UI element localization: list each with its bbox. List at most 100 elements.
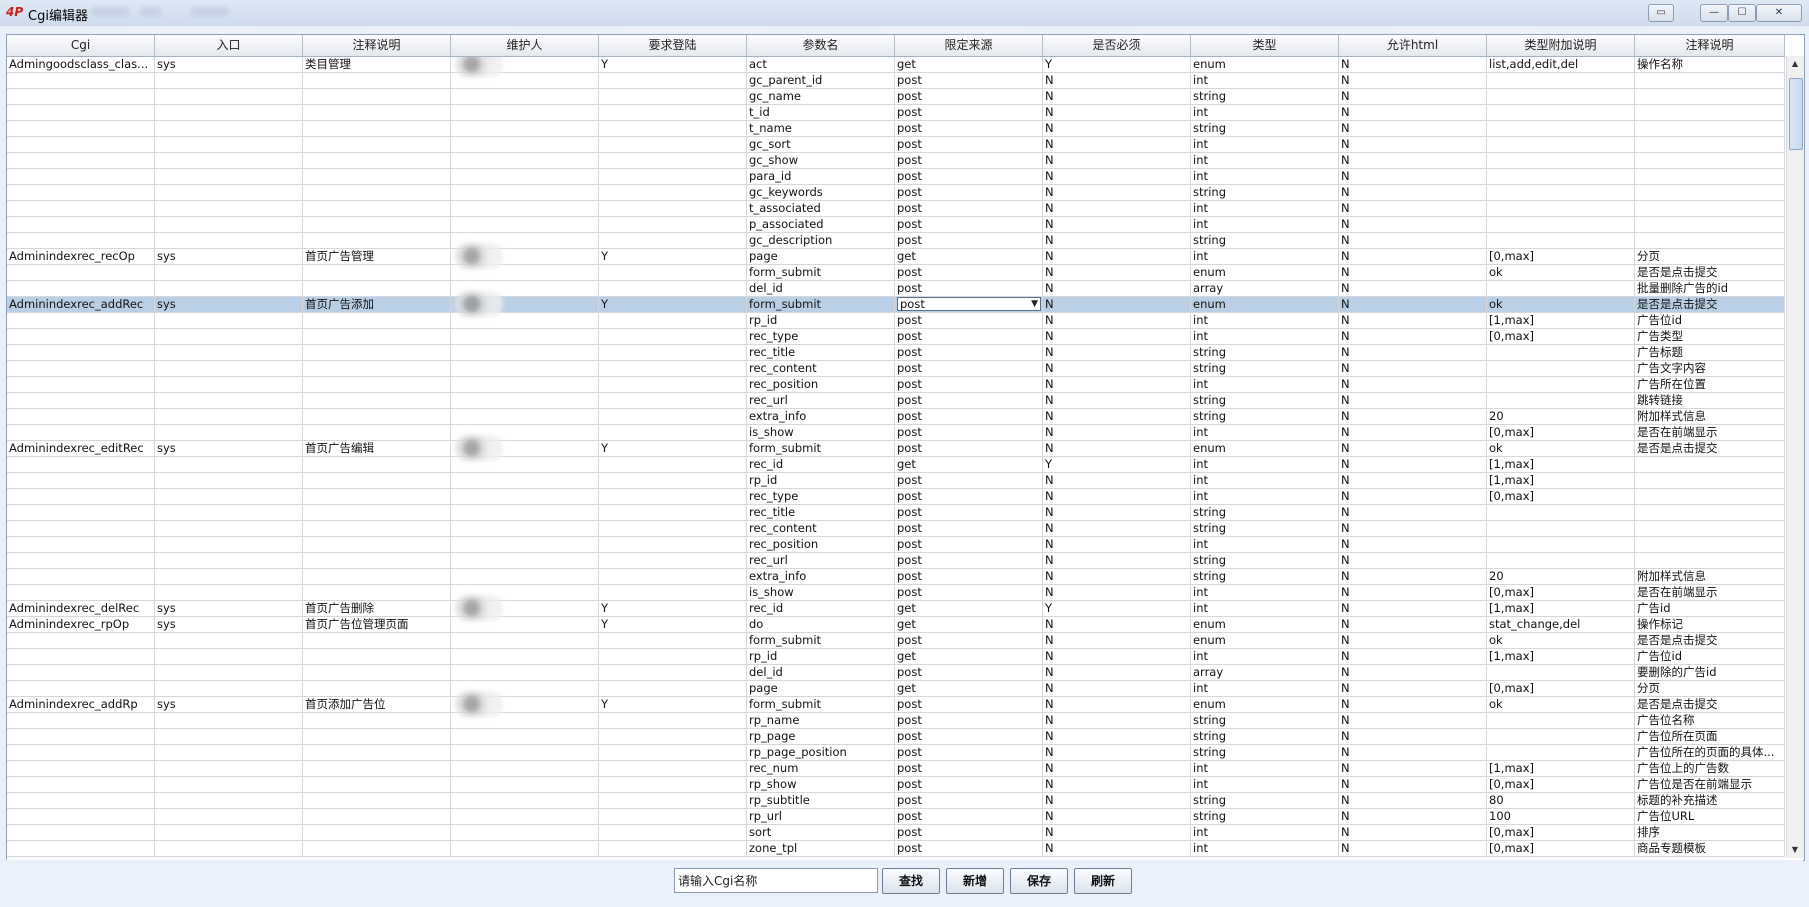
column-header-source[interactable]: 限定来源: [895, 35, 1043, 56]
cell-entry[interactable]: [155, 137, 303, 152]
cell-cgi[interactable]: Adminindexrec_delRec: [7, 601, 155, 616]
cell-login-required[interactable]: [599, 537, 747, 552]
cell-allow-html[interactable]: N: [1339, 313, 1487, 328]
cell-type-extra[interactable]: ok: [1487, 297, 1635, 312]
cell-login-required[interactable]: [599, 473, 747, 488]
cell-login-required[interactable]: [599, 505, 747, 520]
cell-source[interactable]: post: [895, 169, 1043, 184]
cell-comment[interactable]: [303, 825, 451, 840]
cell-maintainer[interactable]: [451, 137, 599, 152]
cell-cgi[interactable]: Adminindexrec_recOp: [7, 249, 155, 264]
cell-comment[interactable]: [303, 793, 451, 808]
cell-comment[interactable]: [303, 265, 451, 280]
cell-required[interactable]: N: [1043, 425, 1191, 440]
cell-login-required[interactable]: [599, 489, 747, 504]
cell-cgi[interactable]: Admingoodsclass_clas...: [7, 57, 155, 72]
cell-source[interactable]: post: [895, 89, 1043, 104]
cell-maintainer[interactable]: [451, 649, 599, 664]
column-header-comment[interactable]: 注释说明: [303, 35, 451, 56]
cell-type[interactable]: enum: [1191, 57, 1339, 72]
cell-maintainer[interactable]: [451, 361, 599, 376]
close-button[interactable]: ✕: [1756, 4, 1802, 22]
cell-allow-html[interactable]: N: [1339, 361, 1487, 376]
cell-param-name[interactable]: rec_id: [747, 457, 895, 472]
cell-required[interactable]: N: [1043, 249, 1191, 264]
cell-source[interactable]: post: [895, 345, 1043, 360]
cell-source[interactable]: post: [895, 393, 1043, 408]
cell-entry[interactable]: [155, 105, 303, 120]
cell-type[interactable]: int: [1191, 329, 1339, 344]
cell-required[interactable]: N: [1043, 537, 1191, 552]
cell-allow-html[interactable]: N: [1339, 633, 1487, 648]
cell-param-name[interactable]: rec_url: [747, 553, 895, 568]
cell-maintainer[interactable]: [451, 505, 599, 520]
cell-comment[interactable]: [303, 457, 451, 472]
cell-param-comment[interactable]: [1635, 201, 1785, 216]
cell-login-required[interactable]: [599, 409, 747, 424]
cell-login-required[interactable]: [599, 745, 747, 760]
cell-cgi[interactable]: [7, 505, 155, 520]
table-row[interactable]: rp_url post Nstring N 100 广告位URL: [7, 809, 1785, 825]
cell-maintainer[interactable]: [451, 457, 599, 472]
cell-type[interactable]: int: [1191, 585, 1339, 600]
cell-source[interactable]: post: [895, 121, 1043, 136]
cell-source[interactable]: post: [895, 537, 1043, 552]
cell-allow-html[interactable]: N: [1339, 169, 1487, 184]
cell-comment[interactable]: [303, 137, 451, 152]
cell-type-extra[interactable]: [0,max]: [1487, 777, 1635, 792]
cell-allow-html[interactable]: N: [1339, 265, 1487, 280]
cell-type-extra[interactable]: ok: [1487, 265, 1635, 280]
cell-maintainer[interactable]: [451, 633, 599, 648]
cell-param-comment[interactable]: [1635, 89, 1785, 104]
cell-param-comment[interactable]: 批量删除广告的id: [1635, 281, 1785, 296]
cell-login-required[interactable]: [599, 217, 747, 232]
cell-source[interactable]: get: [895, 617, 1043, 632]
cell-param-comment[interactable]: 分页: [1635, 249, 1785, 264]
cell-param-name[interactable]: rp_url: [747, 809, 895, 824]
cell-param-name[interactable]: gc_show: [747, 153, 895, 168]
cell-type-extra[interactable]: [1487, 553, 1635, 568]
cell-param-name[interactable]: form_submit: [747, 265, 895, 280]
cell-required[interactable]: N: [1043, 553, 1191, 568]
cell-type-extra[interactable]: [1,max]: [1487, 313, 1635, 328]
table-row[interactable]: rp_subtitle post Nstring N 80 标题的补充描述: [7, 793, 1785, 809]
cell-type[interactable]: int: [1191, 825, 1339, 840]
cell-type-extra[interactable]: ok: [1487, 633, 1635, 648]
cell-param-name[interactable]: is_show: [747, 585, 895, 600]
cell-comment[interactable]: [303, 633, 451, 648]
cell-entry[interactable]: [155, 569, 303, 584]
table-row[interactable]: rp_page_position post Nstring N 广告位所在的页面的具体.…: [7, 745, 1785, 761]
cell-source[interactable]: post: [895, 153, 1043, 168]
cell-comment[interactable]: [303, 153, 451, 168]
cell-source[interactable]: get: [895, 249, 1043, 264]
cell-source[interactable]: post: [895, 489, 1043, 504]
cell-type-extra[interactable]: [1487, 361, 1635, 376]
cell-cgi[interactable]: Adminindexrec_addRec: [7, 297, 155, 312]
cell-allow-html[interactable]: N: [1339, 697, 1487, 712]
cell-login-required[interactable]: [599, 137, 747, 152]
cell-maintainer[interactable]: [451, 473, 599, 488]
cell-allow-html[interactable]: N: [1339, 73, 1487, 88]
cell-param-name[interactable]: do: [747, 617, 895, 632]
cell-required[interactable]: N: [1043, 665, 1191, 680]
cell-type[interactable]: string: [1191, 89, 1339, 104]
cell-param-comment[interactable]: [1635, 473, 1785, 488]
cell-source[interactable]: post: [895, 521, 1043, 536]
cell-type-extra[interactable]: [0,max]: [1487, 681, 1635, 696]
cell-login-required[interactable]: Y: [599, 57, 747, 72]
cell-required[interactable]: N: [1043, 473, 1191, 488]
cell-maintainer[interactable]: [451, 89, 599, 104]
table-row[interactable]: rec_position post Nint N 广告所在位置: [7, 377, 1785, 393]
cell-param-comment[interactable]: 操作名称: [1635, 57, 1785, 72]
cell-type-extra[interactable]: [1487, 217, 1635, 232]
cell-source[interactable]: post: [895, 409, 1043, 424]
cell-type[interactable]: string: [1191, 553, 1339, 568]
cell-param-name[interactable]: form_submit: [747, 633, 895, 648]
cell-param-name[interactable]: extra_info: [747, 409, 895, 424]
cell-entry[interactable]: [155, 313, 303, 328]
cell-comment[interactable]: 首页添加广告位: [303, 697, 451, 712]
cell-cgi[interactable]: [7, 185, 155, 200]
cell-param-comment[interactable]: [1635, 521, 1785, 536]
cell-param-name[interactable]: rp_page_position: [747, 745, 895, 760]
cell-param-comment[interactable]: 操作标记: [1635, 617, 1785, 632]
